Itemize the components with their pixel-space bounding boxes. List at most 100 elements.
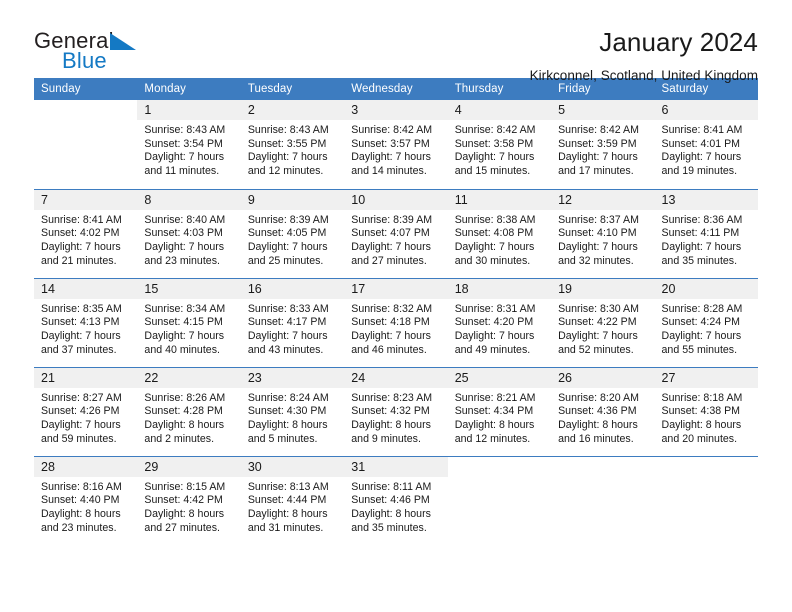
day-sun-info: Sunrise: 8:38 AM Sunset: 4:08 PM Daylight:…: [448, 210, 551, 269]
day-number: 6: [654, 100, 758, 120]
day-number: 15: [137, 278, 241, 299]
day-sun-info: Sunrise: 8:32 AM Sunset: 4:18 PM Daylight:…: [344, 299, 447, 358]
day-sun-info: Sunrise: 8:42 AM Sunset: 3:57 PM Daylight:…: [344, 120, 447, 179]
calendar-day-cell[interactable]: 5 Sunrise: 8:42 AM Sunset: 3:59 PM Daylight…: [551, 100, 655, 189]
day-sun-info: Sunrise: 8:42 AM Sunset: 3:59 PM Daylight:…: [551, 120, 654, 179]
calendar-day-cell[interactable]: 24 Sunrise: 8:23 AM Sunset: 4:32 PM Dayligh…: [344, 366, 448, 456]
calendar-day-cell[interactable]: 10 Sunrise: 8:39 AM Sunset: 4:07 PM Dayligh…: [344, 188, 448, 278]
page-subtitle: Kirkconnel, Scotland, United Kingdom: [529, 67, 758, 83]
daylight-text-line1: Daylight: 7 hours: [661, 240, 742, 253]
calendar-day-cell[interactable]: 25 Sunrise: 8:21 AM Sunset: 4:34 PM Dayligh…: [447, 366, 552, 456]
calendar-day-cell[interactable]: 29 Sunrise: 8:15 AM Sunset: 4:42 PM Dayligh…: [137, 455, 241, 545]
calendar-day-cell[interactable]: 21 Sunrise: 8:27 AM Sunset: 4:26 PM Dayligh…: [34, 366, 138, 456]
day-sun-info: Sunrise: 8:43 AM Sunset: 3:55 PM Daylight:…: [241, 120, 344, 179]
day-sun-info: Sunrise: 8:31 AM Sunset: 4:20 PM Daylight:…: [448, 299, 551, 358]
calendar-day-cell[interactable]: 22 Sunrise: 8:26 AM Sunset: 4:28 PM Dayligh…: [137, 366, 241, 456]
calendar-day-cell-empty: [34, 100, 137, 189]
day-sun-info: Sunrise: 8:41 AM Sunset: 4:01 PM Daylight:…: [655, 120, 758, 179]
day-number: 27: [654, 367, 758, 388]
daylight-text-line1: Daylight: 7 hours: [247, 240, 328, 253]
calendar-week-row: 7 Sunrise: 8:41 AM Sunset: 4:02 PM Daylight…: [34, 188, 758, 278]
day-sun-info: Sunrise: 8:13 AM Sunset: 4:44 PM Daylight:…: [241, 477, 344, 536]
calendar-day-cell[interactable]: 12 Sunrise: 8:37 AM Sunset: 4:10 PM Dayligh…: [551, 188, 655, 278]
day-sun-info: Sunrise: 8:11 AM Sunset: 4:46 PM Daylight:…: [344, 477, 447, 536]
sunrise-text: Sunrise: 8:31 AM: [454, 302, 536, 315]
sunset-text: Sunset: 4:44 PM: [247, 494, 327, 507]
calendar-day-cell[interactable]: 27 Sunrise: 8:18 AM Sunset: 4:38 PM Dayligh…: [654, 366, 758, 456]
daylight-text-line2: and 59 minutes.: [41, 432, 117, 445]
daylight-text-line1: Daylight: 7 hours: [144, 329, 225, 342]
calendar-day-cell[interactable]: 19 Sunrise: 8:30 AM Sunset: 4:22 PM Dayligh…: [551, 277, 655, 367]
calendar-day-cell[interactable]: 8 Sunrise: 8:40 AM Sunset: 4:03 PM Daylight…: [137, 188, 241, 278]
sunrise-text: Sunrise: 8:42 AM: [558, 124, 639, 136]
sunset-text: Sunset: 3:59 PM: [558, 137, 637, 150]
calendar-day-cell[interactable]: 15 Sunrise: 8:34 AM Sunset: 4:15 PM Dayligh…: [137, 277, 241, 367]
daylight-text-line1: Daylight: 7 hours: [454, 240, 535, 253]
sunrise-text: Sunrise: 8:41 AM: [41, 213, 122, 226]
daylight-text-line1: Daylight: 7 hours: [661, 329, 742, 342]
sunset-text: Sunset: 3:57 PM: [351, 137, 430, 150]
sunset-text: Sunset: 4:01 PM: [661, 137, 741, 150]
sunrise-text: Sunrise: 8:11 AM: [351, 480, 432, 493]
sunset-text: Sunset: 4:22 PM: [558, 316, 637, 329]
sunrise-text: Sunrise: 8:38 AM: [454, 213, 536, 226]
calendar-day-cell[interactable]: 20 Sunrise: 8:28 AM Sunset: 4:24 PM Dayligh…: [654, 277, 758, 367]
sunrise-text: Sunrise: 8:39 AM: [351, 213, 433, 226]
general-blue-logo[interactable]: General Blue: [34, 28, 214, 80]
calendar-day-cell[interactable]: 7 Sunrise: 8:41 AM Sunset: 4:02 PM Daylight…: [34, 188, 138, 278]
day-sun-info: Sunrise: 8:39 AM Sunset: 4:07 PM Daylight:…: [344, 210, 447, 269]
daylight-text-line2: and 25 minutes.: [247, 254, 324, 267]
calendar-day-cell[interactable]: 9 Sunrise: 8:39 AM Sunset: 4:05 PM Daylight…: [240, 188, 345, 278]
sunrise-text: Sunrise: 8:37 AM: [558, 213, 639, 226]
daylight-text-line2: and 32 minutes.: [558, 254, 634, 267]
sunrise-text: Sunrise: 8:21 AM: [454, 391, 536, 404]
calendar-day-cell[interactable]: 16 Sunrise: 8:33 AM Sunset: 4:17 PM Dayligh…: [240, 277, 345, 367]
calendar-day-cell[interactable]: 18 Sunrise: 8:31 AM Sunset: 4:20 PM Dayligh…: [447, 277, 552, 367]
sunset-text: Sunset: 4:28 PM: [144, 405, 223, 418]
calendar-day-cell[interactable]: 11 Sunrise: 8:38 AM Sunset: 4:08 PM Dayligh…: [447, 188, 552, 278]
sunset-text: Sunset: 4:20 PM: [454, 316, 534, 329]
daylight-text-line1: Daylight: 8 hours: [41, 507, 121, 520]
calendar-day-cell[interactable]: 1 Sunrise: 8:43 AM Sunset: 3:54 PM Daylight…: [137, 100, 241, 189]
calendar-day-cell[interactable]: 28 Sunrise: 8:16 AM Sunset: 4:40 PM Dayligh…: [34, 455, 138, 545]
calendar-day-cell[interactable]: 13 Sunrise: 8:36 AM Sunset: 4:11 PM Dayligh…: [654, 188, 758, 278]
sunset-text: Sunset: 4:17 PM: [247, 316, 327, 329]
day-number: 25: [447, 367, 552, 388]
calendar-week-row: 28 Sunrise: 8:16 AM Sunset: 4:40 PM Dayligh…: [34, 455, 758, 545]
sunrise-text: Sunrise: 8:28 AM: [661, 302, 743, 315]
day-sun-info: Sunrise: 8:27 AM Sunset: 4:26 PM Daylight:…: [34, 388, 137, 447]
calendar-day-cell[interactable]: 30 Sunrise: 8:13 AM Sunset: 4:44 PM Dayligh…: [240, 455, 345, 545]
logo-word-blue: Blue: [62, 48, 107, 73]
day-number: 31: [344, 456, 448, 477]
sunset-text: Sunset: 4:46 PM: [351, 494, 430, 507]
calendar-day-cell[interactable]: 6 Sunrise: 8:41 AM Sunset: 4:01 PM Daylight…: [654, 100, 758, 189]
calendar-day-cell-empty: [551, 455, 655, 545]
sunrise-text: Sunrise: 8:32 AM: [351, 302, 433, 315]
sunrise-text: Sunrise: 8:26 AM: [144, 391, 226, 404]
sunset-text: Sunset: 4:18 PM: [351, 316, 430, 329]
calendar-day-cell[interactable]: 26 Sunrise: 8:20 AM Sunset: 4:36 PM Dayligh…: [551, 366, 655, 456]
daylight-text-line1: Daylight: 8 hours: [144, 418, 225, 431]
day-sun-info: Sunrise: 8:26 AM Sunset: 4:28 PM Daylight:…: [137, 388, 240, 447]
sunrise-text: Sunrise: 8:20 AM: [558, 391, 639, 404]
calendar-day-cell[interactable]: 2 Sunrise: 8:43 AM Sunset: 3:55 PM Daylight…: [240, 100, 345, 189]
daylight-text-line1: Daylight: 7 hours: [661, 151, 742, 164]
calendar-day-cell[interactable]: 17 Sunrise: 8:32 AM Sunset: 4:18 PM Dayligh…: [344, 277, 448, 367]
calendar-day-cell-empty: [447, 455, 552, 545]
calendar-day-cell[interactable]: 14 Sunrise: 8:35 AM Sunset: 4:13 PM Dayligh…: [34, 277, 138, 367]
day-number: 17: [344, 278, 448, 299]
day-sun-info: Sunrise: 8:34 AM Sunset: 4:15 PM Daylight:…: [137, 299, 240, 358]
calendar-day-cell[interactable]: 3 Sunrise: 8:42 AM Sunset: 3:57 PM Daylight…: [344, 100, 448, 189]
calendar-day-cell[interactable]: 31 Sunrise: 8:11 AM Sunset: 4:46 PM Dayligh…: [344, 455, 448, 545]
calendar-day-cell[interactable]: 23 Sunrise: 8:24 AM Sunset: 4:30 PM Dayligh…: [240, 366, 345, 456]
day-number: 23: [240, 367, 345, 388]
daylight-text-line1: Daylight: 7 hours: [454, 329, 535, 342]
title-block: January 2024 Kirkconnel, Scotland, Unite…: [530, 28, 758, 83]
daylight-text-line2: and 11 minutes.: [144, 165, 220, 178]
daylight-text-line1: Daylight: 7 hours: [144, 151, 225, 164]
calendar-day-cell[interactable]: 4 Sunrise: 8:42 AM Sunset: 3:58 PM Daylight…: [447, 100, 552, 189]
calendar-page: General Blue January 2024 Kirkconnel, Sc…: [0, 0, 792, 612]
daylight-text-line1: Daylight: 8 hours: [144, 507, 225, 520]
weekday-header-wednesday: Wednesday: [344, 78, 448, 100]
sunrise-text: Sunrise: 8:41 AM: [661, 124, 743, 136]
